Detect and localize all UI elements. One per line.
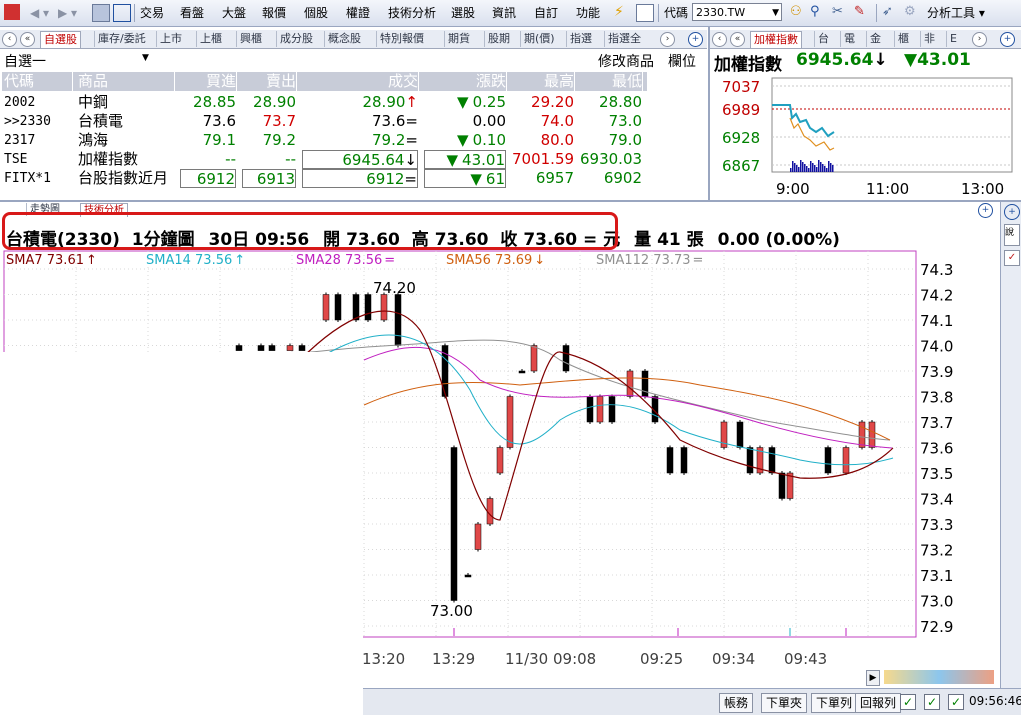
highlight-box [2,212,618,250]
candle-body [586,396,594,423]
status-button-0[interactable]: 帳務 [719,693,754,713]
x-tick-label: 09:34 [712,650,755,668]
sma-legend-mark: ↓ [534,253,546,268]
candle-body [464,574,472,578]
y-tick-label: 73.0 [920,593,953,611]
candle-body [518,370,526,374]
x-tick-label: 13:20 [362,650,405,668]
y-tick-label: 72.9 [920,618,953,636]
status-button-1[interactable]: 下單夾 [761,693,808,713]
x-tick-label: 11/30 09:08 [505,650,596,668]
volume-unit: 張 [686,230,704,250]
candle-body [680,447,688,474]
sma14-line [299,334,894,466]
candle-body [474,523,482,550]
change-value: 0.00 (0.00%) [717,230,840,250]
candle-body [868,421,876,448]
candle-body [235,345,243,351]
y-tick-label: 73.4 [920,491,953,509]
candle-body [322,294,330,321]
volume-value: 41 [657,230,681,250]
candle-body [608,396,616,423]
candle-body [746,447,754,474]
side-tab-icon[interactable]: 說 [1004,224,1020,246]
y-tick-label: 73.8 [920,389,953,407]
candle-body [364,294,372,321]
sma7-line [299,310,894,521]
y-tick-label: 73.2 [920,542,953,560]
candle-body [496,447,504,474]
candle-body [778,472,786,499]
y-tick-label: 74.3 [920,261,953,279]
y-tick-label: 73.3 [920,516,953,534]
candle-body [736,421,744,448]
y-tick-label: 74.2 [920,287,953,305]
x-tick-label: 09:25 [640,650,683,668]
candle-body [286,345,294,351]
sma-legend-mark: ↑ [234,253,246,268]
candle-body [768,447,776,474]
zoom-in-icon[interactable]: + [1000,32,1015,47]
candle-body [268,345,276,351]
checkbox-icon[interactable]: ✓ [924,694,940,710]
y-tick-label: 74.0 [920,338,953,356]
blank-area [0,352,363,714]
candle-body [562,345,570,372]
sma-legend-label: SMA7 73.61 [6,253,84,268]
zoom-icon[interactable]: + [1004,204,1020,220]
y-tick-label: 73.1 [920,567,953,585]
y-tick-label: 74.1 [920,312,953,330]
candle-body [298,345,306,351]
candle-body [530,345,538,372]
checkbox-icon[interactable]: ✓ [900,694,916,710]
candle-body [394,294,402,346]
x-tick-label: 09:43 [784,650,827,668]
sma-legend-mark: = [692,253,704,268]
low-annotation: 73.00 [430,602,473,620]
status-button-3[interactable]: 回報列 [855,693,902,713]
candle-body [486,498,494,525]
sma-legend-label: SMA14 73.56 [146,253,233,268]
candle-body [352,294,360,321]
sma-legend-mark: ↑ [85,253,97,268]
check-icon[interactable]: ✓ [1004,250,1020,266]
candle-body [641,370,649,397]
sma-legend-item: SMA112 73.73 = [596,253,703,268]
candle-body [842,447,850,474]
candle-body [334,294,342,321]
scroll-right-icon[interactable]: ▶ [866,670,880,686]
chart-controls: ▶ [866,670,996,686]
sma-legend-label: SMA112 73.73 [596,253,691,268]
candle-body [380,294,388,321]
sma-legend-label: SMA28 73.56 [296,253,383,268]
sma-legend-item: SMA14 73.56 ↑ [146,253,245,268]
y-tick-label: 73.6 [920,440,953,458]
clock-time: 09:56:46 [969,694,1021,708]
checkbox-icon[interactable]: ✓ [948,694,964,710]
chart-tool-icons[interactable] [884,670,994,684]
candle-body [596,396,604,423]
y-tick-label: 73.5 [920,465,953,483]
sma-legend-item: SMA28 73.56 = [296,253,395,268]
status-bar: 帳務 下單夾 下單列 回報列 ✓ ✓ ✓ 09:56:46 [363,688,1021,715]
right-side-toolbar: + 說 ✓ [1000,202,1021,688]
high-annotation: 74.20 [373,279,416,297]
candle-body [506,396,514,448]
sma-legend-mark: = [384,253,396,268]
y-tick-label: 73.7 [920,414,953,432]
sma-legend-item: SMA7 73.61 ↑ [6,253,97,268]
candle-body [666,447,674,474]
sma-legend-item: SMA56 73.69 ↓ [446,253,545,268]
sma-legend-label: SMA56 73.69 [446,253,533,268]
candle-body [257,345,265,351]
x-tick-label: 13:29 [432,650,475,668]
candle-body [450,447,458,601]
candle-body [626,370,634,397]
volume-label: 量 [634,230,652,250]
candle-body [824,447,832,474]
status-button-2[interactable]: 下單列 [811,693,858,713]
y-tick-label: 73.9 [920,363,953,381]
